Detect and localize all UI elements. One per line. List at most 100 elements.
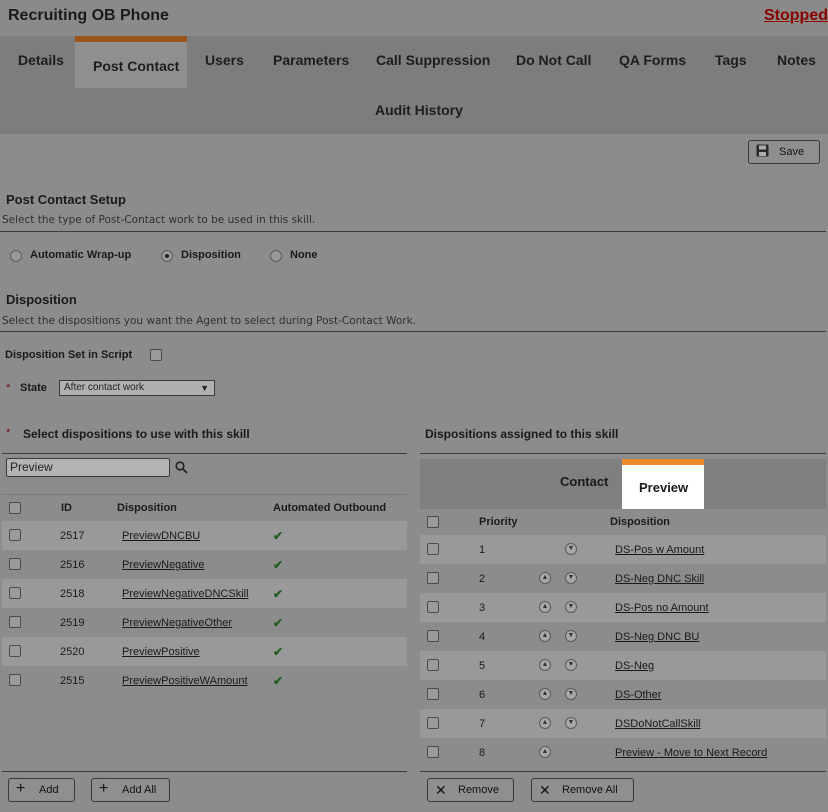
move-up-icon[interactable]: ▲: [539, 572, 551, 584]
row-disposition-link[interactable]: DS-Pos w Amount: [615, 544, 704, 556]
assigned-subtab-bar: Contact Preview: [420, 459, 826, 509]
row-checkbox[interactable]: [9, 645, 21, 657]
row-checkbox[interactable]: [427, 601, 439, 613]
table-row[interactable]: 8 ▲ Preview - Move to Next Record: [420, 738, 826, 767]
table-row[interactable]: 2516 PreviewNegative ✔: [2, 550, 407, 579]
move-down-icon[interactable]: ▼: [565, 659, 577, 671]
table-row[interactable]: 2517 PreviewDNCBU ✔: [2, 521, 407, 550]
tab-qa-forms[interactable]: QA Forms: [619, 52, 686, 68]
row-checkbox[interactable]: [427, 746, 439, 758]
row-checkbox[interactable]: [9, 587, 21, 599]
table-row[interactable]: 6 ▲ ▼ DS-Other: [420, 680, 826, 709]
search-icon[interactable]: [175, 461, 188, 477]
tab-audit-history[interactable]: Audit History: [375, 102, 463, 118]
row-disposition-link[interactable]: PreviewPositive: [122, 646, 200, 658]
row-id: 2516: [60, 559, 85, 571]
row-id: 2520: [60, 646, 85, 658]
table-row[interactable]: 2 ▲ ▼ DS-Neg DNC Skill: [420, 564, 826, 593]
plus-icon: +: [16, 780, 26, 797]
row-checkbox[interactable]: [427, 659, 439, 671]
row-disposition-link[interactable]: PreviewNegativeOther: [122, 617, 232, 629]
row-disposition-link[interactable]: PreviewDNCBU: [122, 530, 200, 542]
row-checkbox[interactable]: [427, 543, 439, 555]
row-checkbox[interactable]: [9, 529, 21, 541]
move-up-icon[interactable]: ▲: [539, 688, 551, 700]
row-disposition-link[interactable]: PreviewNegative: [122, 559, 205, 571]
row-checkbox[interactable]: [427, 717, 439, 729]
row-disposition-link[interactable]: DS-Neg DNC BU: [615, 631, 699, 643]
row-disposition-link[interactable]: DS-Pos no Amount: [615, 602, 709, 614]
move-up-icon[interactable]: ▲: [539, 630, 551, 642]
tab-post-contact[interactable]: Post Contact: [75, 36, 187, 88]
move-down-icon[interactable]: ▼: [565, 717, 577, 729]
x-icon: ✕: [435, 782, 447, 798]
state-select[interactable]: After contact work ▼: [59, 380, 215, 396]
remove-button[interactable]: ✕ Remove: [427, 778, 514, 802]
table-row[interactable]: 1 ▼ DS-Pos w Amount: [420, 535, 826, 564]
remove-all-button[interactable]: ✕ Remove All: [531, 778, 634, 802]
divider: [0, 231, 826, 232]
move-up-icon[interactable]: ▲: [539, 717, 551, 729]
row-checkbox[interactable]: [427, 572, 439, 584]
table-row[interactable]: 7 ▲ ▼ DSDoNotCallSkill: [420, 709, 826, 738]
checkmark-icon: ✔: [273, 529, 284, 543]
move-up-icon[interactable]: ▲: [539, 601, 551, 613]
save-button[interactable]: Save: [748, 140, 820, 164]
add-button[interactable]: + Add: [8, 778, 75, 802]
row-disposition-link[interactable]: Preview - Move to Next Record: [615, 747, 767, 759]
floppy-disk-icon: [756, 144, 769, 160]
row-disposition-link[interactable]: DS-Neg: [615, 660, 654, 672]
table-row[interactable]: 2520 PreviewPositive ✔: [2, 637, 407, 666]
divider: [2, 494, 407, 495]
move-down-icon[interactable]: ▼: [565, 601, 577, 613]
post-contact-setup-description: Select the type of Post-Contact work to …: [2, 214, 316, 226]
table-row[interactable]: 4 ▲ ▼ DS-Neg DNC BU: [420, 622, 826, 651]
status-link[interactable]: Stopped: [764, 7, 828, 25]
row-disposition-link[interactable]: DSDoNotCallSkill: [615, 718, 701, 730]
disposition-search-input[interactable]: Preview: [6, 458, 170, 477]
move-down-icon[interactable]: ▼: [565, 688, 577, 700]
table-row[interactable]: 2515 PreviewPositiveWAmount ✔: [2, 666, 407, 695]
radio-automatic-wrapup[interactable]: [10, 250, 22, 262]
row-priority: 6: [479, 689, 486, 701]
row-disposition-link[interactable]: DS-Other: [615, 689, 661, 701]
subtab-contact[interactable]: Contact: [560, 474, 608, 489]
checkmark-icon: ✔: [273, 558, 284, 572]
move-down-icon[interactable]: ▼: [565, 630, 577, 642]
select-all-available-checkbox[interactable]: [9, 502, 21, 514]
row-checkbox[interactable]: [9, 558, 21, 570]
tab-parameters[interactable]: Parameters: [273, 52, 349, 68]
table-row[interactable]: 5 ▲ ▼ DS-Neg: [420, 651, 826, 680]
row-checkbox[interactable]: [427, 688, 439, 700]
move-down-icon[interactable]: ▼: [565, 572, 577, 584]
radio-none[interactable]: [270, 250, 282, 262]
tab-users[interactable]: Users: [205, 52, 244, 68]
subtab-preview[interactable]: Preview: [622, 459, 704, 509]
radio-disposition[interactable]: [161, 250, 173, 262]
move-up-icon[interactable]: ▲: [539, 659, 551, 671]
row-disposition-link[interactable]: DS-Neg DNC Skill: [615, 573, 704, 585]
disposition-set-in-script-label: Disposition Set in Script: [5, 349, 133, 361]
disposition-set-in-script-checkbox[interactable]: [150, 349, 162, 361]
move-down-icon[interactable]: ▼: [565, 543, 577, 555]
move-up-icon[interactable]: ▲: [539, 746, 551, 758]
state-label: State: [20, 382, 47, 394]
tab-notes[interactable]: Notes: [777, 52, 816, 68]
row-checkbox[interactable]: [9, 616, 21, 628]
column-header-priority: Priority: [479, 516, 518, 528]
row-checkbox[interactable]: [9, 674, 21, 686]
row-disposition-link[interactable]: PreviewPositiveWAmount: [122, 675, 248, 687]
tab-call-suppression[interactable]: Call Suppression: [376, 52, 490, 68]
table-row[interactable]: 3 ▲ ▼ DS-Pos no Amount: [420, 593, 826, 622]
x-icon: ✕: [539, 782, 551, 798]
table-row[interactable]: 2519 PreviewNegativeOther ✔: [2, 608, 407, 637]
table-row[interactable]: 2518 PreviewNegativeDNCSkill ✔: [2, 579, 407, 608]
tab-do-not-call[interactable]: Do Not Call: [516, 52, 591, 68]
tab-tags[interactable]: Tags: [715, 52, 747, 68]
add-all-button[interactable]: + Add All: [91, 778, 170, 802]
tab-details[interactable]: Details: [18, 52, 64, 68]
disposition-section-description: Select the dispositions you want the Age…: [2, 315, 416, 327]
select-all-assigned-checkbox[interactable]: [427, 516, 439, 528]
row-checkbox[interactable]: [427, 630, 439, 642]
row-disposition-link[interactable]: PreviewNegativeDNCSkill: [122, 588, 249, 600]
